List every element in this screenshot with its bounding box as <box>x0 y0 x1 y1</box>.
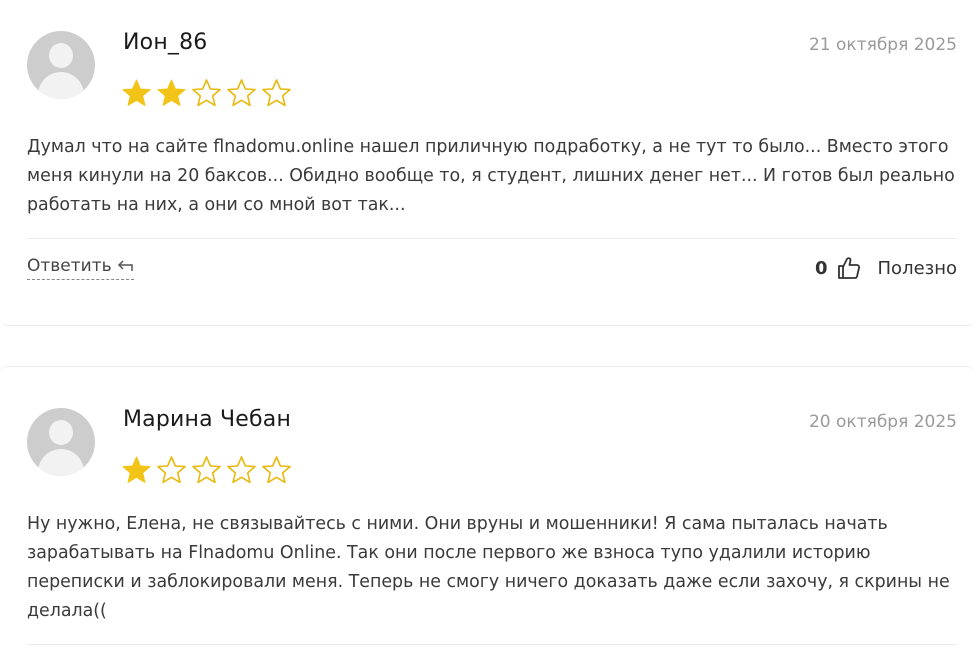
star-empty-icon <box>227 456 256 484</box>
review-date: 20 октября 2025 <box>808 412 957 432</box>
review-author: Ион_86 <box>123 30 208 55</box>
reply-arrow-icon <box>117 260 133 271</box>
useful-button[interactable]: Полезно <box>878 258 957 279</box>
divider <box>27 238 957 239</box>
useful-votes: 0 Полезно <box>815 255 957 281</box>
divider <box>27 644 957 645</box>
star-empty-icon <box>157 456 186 484</box>
useful-count: 0 <box>814 257 828 279</box>
star-empty-icon <box>262 79 291 107</box>
reply-button[interactable]: Ответить <box>27 256 134 280</box>
user-avatar-icon <box>27 408 95 476</box>
user-avatar-icon <box>27 31 95 99</box>
rating-stars <box>121 78 292 109</box>
review-card: Ион_86 21 октября 2025 Думал что на сайт… <box>0 0 975 326</box>
review-card: Марина Чебан 20 октября 2025 Ну нужно, Е… <box>0 366 975 666</box>
review-date: 21 октября 2025 <box>808 35 957 55</box>
star-filled-icon <box>122 456 151 483</box>
star-empty-icon <box>192 79 221 107</box>
star-empty-icon <box>262 456 291 484</box>
thumbs-up-icon[interactable] <box>836 255 862 281</box>
review-author: Марина Чебан <box>123 407 292 432</box>
reply-label: Ответить <box>27 256 112 276</box>
rating-stars <box>121 455 292 486</box>
star-empty-icon <box>227 79 256 107</box>
review-text: Думал что на сайте flnadomu.online нашел… <box>27 137 955 215</box>
star-empty-icon <box>192 456 221 484</box>
star-filled-icon <box>122 79 151 106</box>
review-text: Ну нужно, Елена, не связывайтесь с ними.… <box>27 514 950 621</box>
star-filled-icon <box>157 79 186 106</box>
